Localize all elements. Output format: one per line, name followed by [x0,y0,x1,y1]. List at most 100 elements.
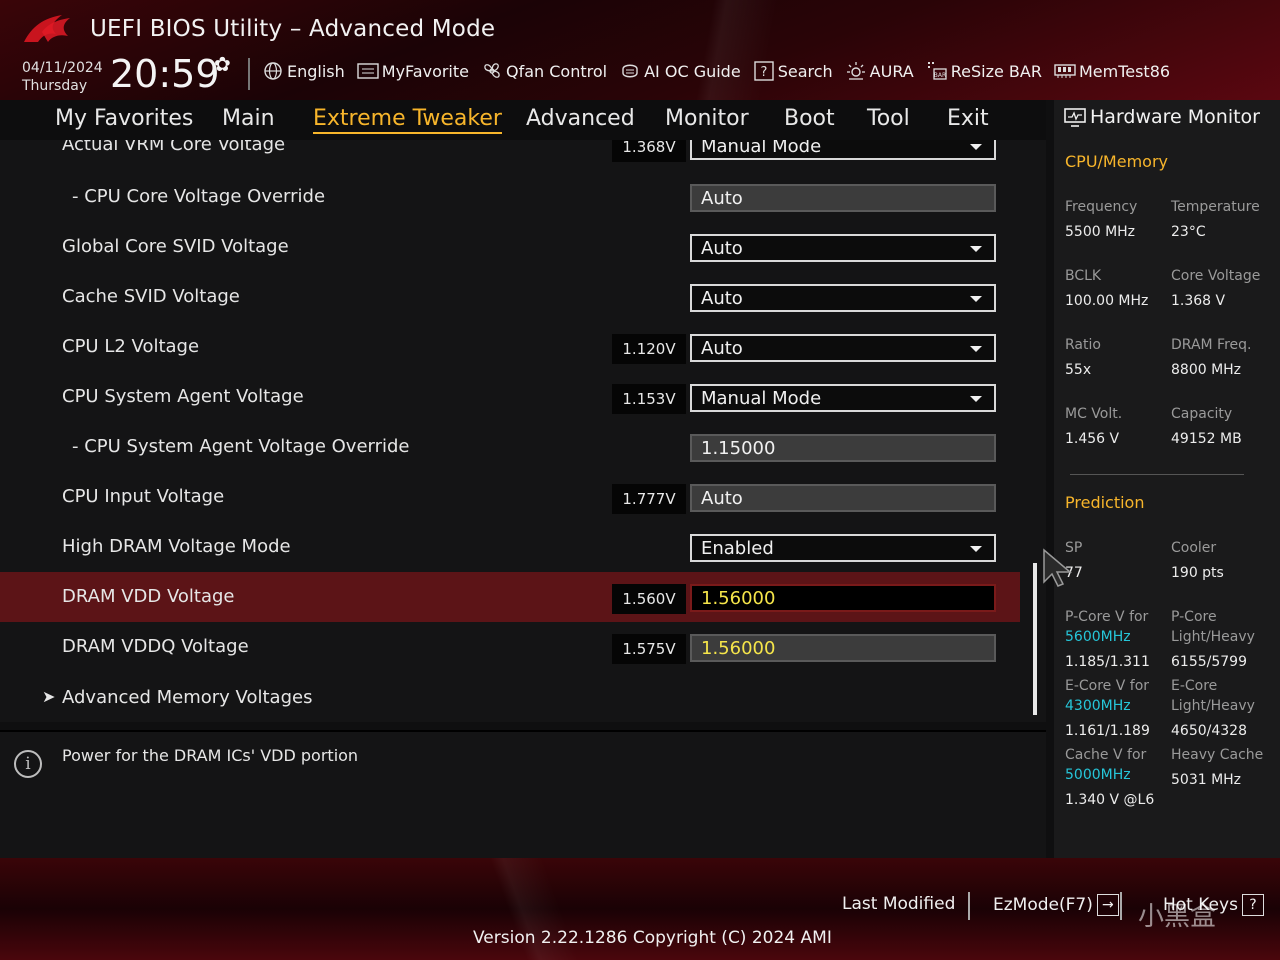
memtest-button[interactable]: MemTest86 [1054,60,1170,82]
pcore-lh-value: 6155/5799 [1171,654,1247,670]
tab-main[interactable]: Main [222,106,275,131]
main-tabs: My Favorites Main Extreme Tweaker Advanc… [0,100,1046,141]
top-header: UEFI BIOS Utility – Advanced Mode 04/11/… [0,0,1280,100]
setting-row-cpu-core-voltage-override[interactable]: - CPU Core Voltage Override Auto [0,172,1020,222]
setting-row-cpu-system-agent-voltage-override[interactable]: - CPU System Agent Voltage Override 1.15… [0,422,1020,472]
last-modified-button[interactable]: Last Modified [842,894,955,914]
dram-vddq-voltage-field[interactable]: 1.56000 [690,634,996,662]
language-label: English [287,61,345,81]
ezmode-label: EzMode(F7) [993,895,1093,915]
footer-divider [1120,892,1122,920]
field-value: Auto [701,187,743,209]
aura-button[interactable]: AURA [845,60,914,82]
prediction-heading: Prediction [1065,493,1145,512]
setting-label: Actual VRM Core Voltage [62,140,286,155]
help-panel: i Power for the DRAM ICs' VDD portion [0,730,1046,860]
vrm-core-voltage-select[interactable]: Manual Mode [690,140,996,160]
setting-row-cpu-input-voltage[interactable]: CPU Input Voltage 1.777V Auto [0,472,1020,522]
tab-monitor[interactable]: Monitor [665,106,749,131]
global-core-svid-voltage-select[interactable]: Auto [690,234,996,262]
hardware-monitor-title: Hardware Monitor [1064,106,1260,128]
cpu-system-agent-voltage-select[interactable]: Manual Mode [690,384,996,412]
qfan-control-label: Qfan Control [506,61,608,81]
search-button[interactable]: ? Search [753,60,833,82]
tab-extreme-tweaker[interactable]: Extreme Tweaker [313,106,502,134]
mouse-pointer-icon [1043,548,1073,587]
ezmode-button[interactable]: EzMode(F7) → [993,894,1119,916]
pcore-lh-sublabel: Light/Heavy [1171,629,1255,645]
pcore-v-value: 1.185/1.311 [1065,654,1150,670]
select-value: Manual Mode [701,387,822,409]
cpu-input-voltage-field[interactable]: Auto [690,484,996,512]
setting-row-high-dram-voltage-mode[interactable]: High DRAM Voltage Mode Enabled [0,522,1020,572]
setting-row-cpu-system-agent-voltage[interactable]: CPU System Agent Voltage 1.153V Manual M… [0,372,1020,422]
version-text: Version 2.22.1286 Copyright (C) 2024 AMI [473,928,832,948]
field-value: 1.15000 [701,437,776,459]
search-icon: ? [753,60,775,82]
mc-volt-value: 1.456 V [1065,431,1120,447]
setting-row-actual-vrm-core-voltage[interactable]: Actual VRM Core Voltage 1.368V Manual Mo… [0,140,1020,170]
ecore-lh-sublabel: Light/Heavy [1171,698,1255,714]
day-display: Thursday [22,78,88,94]
ecore-lh-label: E-Core [1171,678,1218,694]
cooler-value: 190 pts [1171,565,1224,581]
cpu-system-agent-voltage-override-field[interactable]: 1.15000 [690,434,996,462]
qfan-control-button[interactable]: Qfan Control [481,60,607,82]
setting-label: - CPU Core Voltage Override [72,186,326,207]
cache-svid-voltage-select[interactable]: Auto [690,284,996,312]
setting-row-dram-vdd-voltage[interactable]: DRAM VDD Voltage 1.560V 1.56000 [0,572,1020,622]
setting-label: High DRAM Voltage Mode [62,536,291,557]
tab-my-favorites[interactable]: My Favorites [55,106,193,131]
search-label: Search [777,61,833,81]
ratio-label: Ratio [1065,337,1101,353]
resize-bar-label: ReSize BAR [950,61,1042,81]
setting-label: Global Core SVID Voltage [62,236,289,257]
select-value: Manual Mode [701,140,822,157]
capacity-label: Capacity [1171,406,1233,422]
setting-label: CPU System Agent Voltage [62,386,304,407]
tab-boot[interactable]: Boot [784,106,835,131]
capacity-value: 49152 MB [1171,431,1242,447]
setting-row-global-core-svid-voltage[interactable]: Global Core SVID Voltage Auto [0,222,1020,272]
high-dram-voltage-mode-select[interactable]: Enabled [690,534,996,562]
toolbar: English MyFavorite Qfan Control AI OC Gu… [262,58,1182,84]
info-icon: i [14,750,42,778]
header-divider [248,58,250,90]
heavy-cache-value: 5031 MHz [1171,772,1242,788]
ai-guide-icon [619,60,641,82]
ai-oc-guide-button[interactable]: AI OC Guide [619,60,741,82]
voltage-readout: 1.777V [612,484,686,514]
chevron-down-icon [970,396,982,402]
bclk-label: BCLK [1065,268,1102,284]
gear-icon[interactable]: ✿ [214,52,231,76]
select-value: Auto [701,237,743,259]
ecore-v-label: E-Core V for [1065,678,1150,694]
cpu-l2-voltage-select[interactable]: Auto [690,334,996,362]
cpu-core-voltage-override-field[interactable]: Auto [690,184,996,212]
hardware-monitor-label: Hardware Monitor [1090,106,1260,128]
dram-vdd-voltage-input[interactable]: 1.56000 [690,584,996,612]
tab-tool[interactable]: Tool [867,106,910,131]
heavy-cache-label: Heavy Cache [1171,747,1264,763]
tab-advanced[interactable]: Advanced [526,106,635,131]
setting-label: DRAM VDD Voltage [62,586,235,607]
monitor-icon [1064,108,1086,127]
setting-row-dram-vddq-voltage[interactable]: DRAM VDDQ Voltage 1.575V 1.56000 [0,622,1020,672]
field-value: 1.56000 [701,587,776,609]
tab-exit[interactable]: Exit [947,106,989,131]
voltage-readout: 1.575V [612,634,686,664]
myfavorite-button[interactable]: MyFavorite [357,60,469,82]
setting-row-cache-svid-voltage[interactable]: Cache SVID Voltage Auto [0,272,1020,322]
select-value: Enabled [701,537,774,559]
bclk-value: 100.00 MHz [1065,293,1149,309]
field-value: 1.56000 [701,637,776,659]
setting-row-advanced-memory-voltages[interactable]: ➤ Advanced Memory Voltages [0,673,1020,722]
setting-row-cpu-l2-voltage[interactable]: CPU L2 Voltage 1.120V Auto [0,322,1020,372]
language-button[interactable]: English [262,60,345,82]
scrollbar[interactable] [1033,563,1037,715]
svg-text:BAR: BAR [934,72,946,79]
favorite-icon [357,60,379,82]
setting-label: Advanced Memory Voltages [62,687,313,708]
resize-bar-button[interactable]: BAR ReSize BAR [926,60,1042,82]
frequency-label: Frequency [1065,199,1138,215]
